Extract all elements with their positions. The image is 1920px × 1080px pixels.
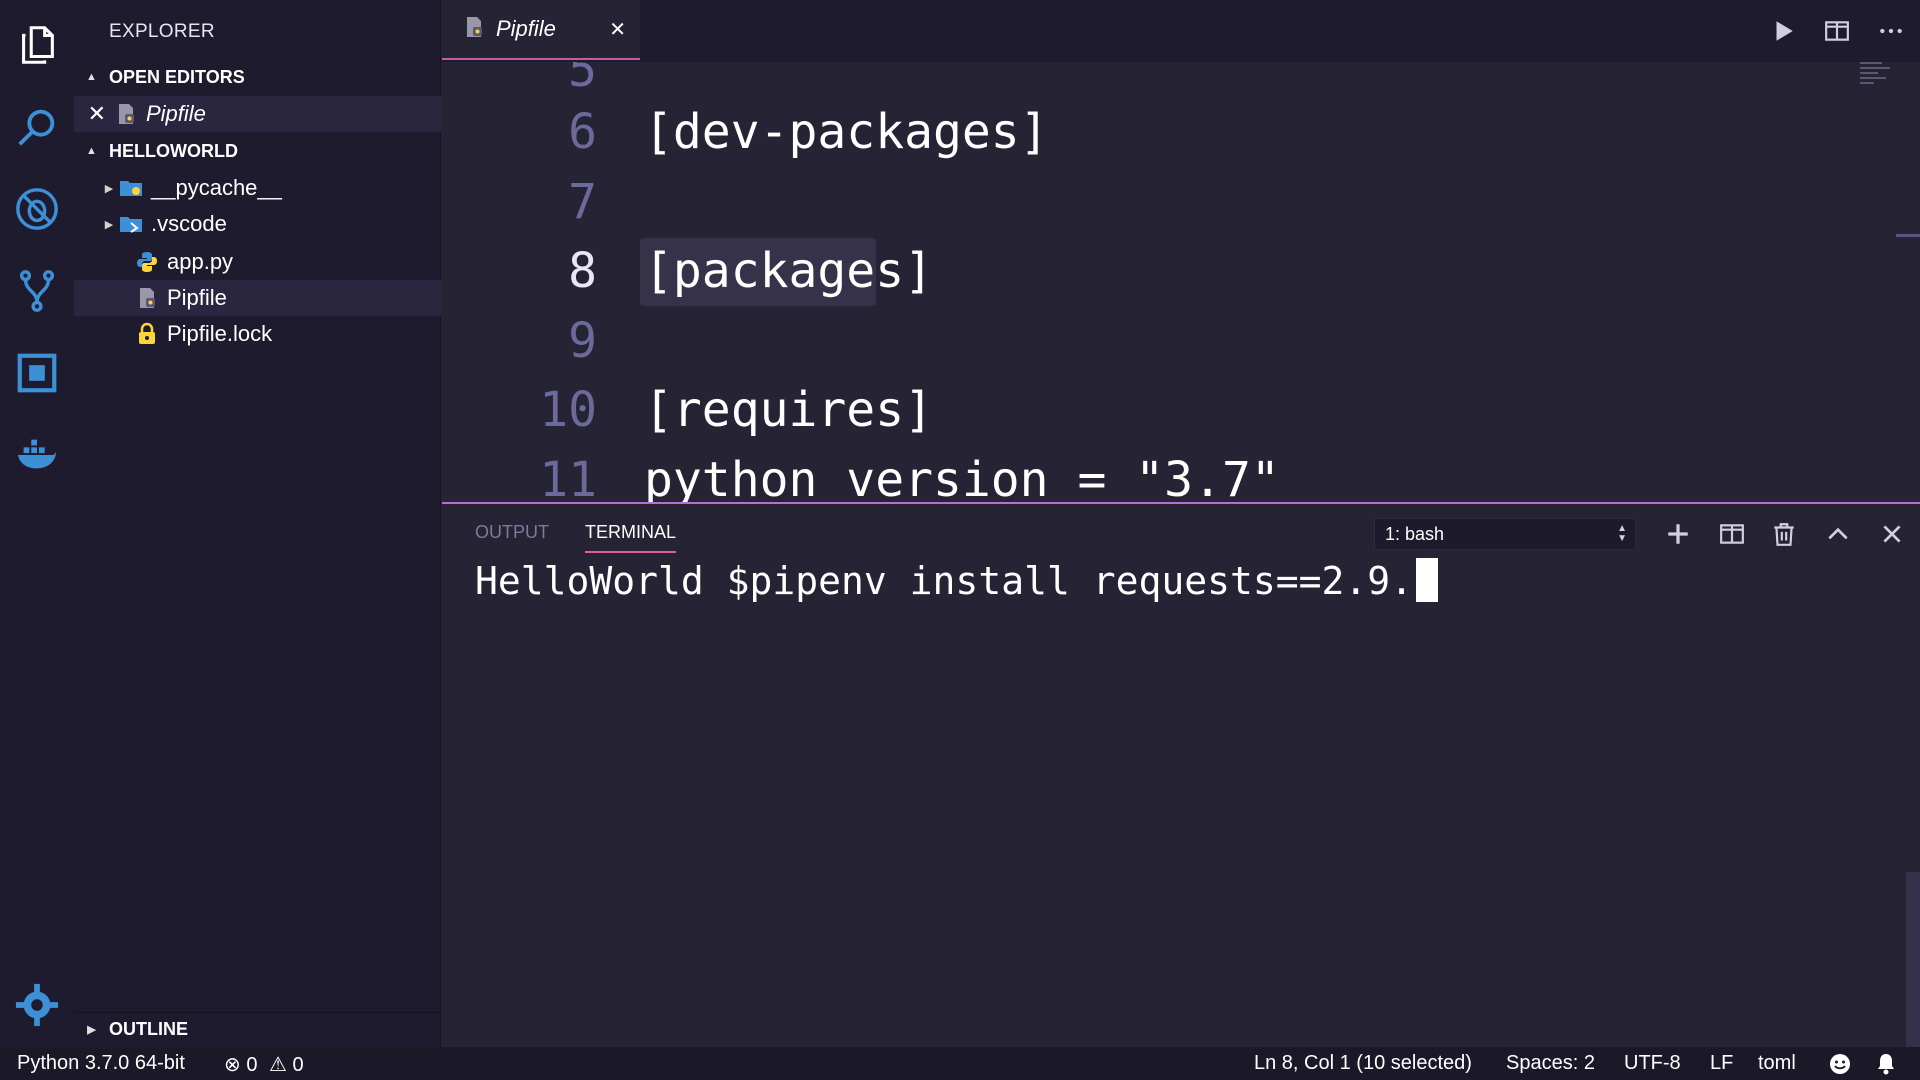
- feedback-smiley-icon[interactable]: [1828, 1052, 1852, 1080]
- close-panel-icon[interactable]: [1874, 516, 1910, 552]
- code-line: [dev-packages]: [644, 104, 1049, 160]
- close-icon[interactable]: ✕: [74, 101, 106, 127]
- gear-icon[interactable]: [0, 968, 74, 1042]
- code-editor[interactable]: 5 6 [dev-packages] 7 8 [packages] 9 10 […: [442, 62, 1920, 502]
- end-of-line[interactable]: LF: [1710, 1052, 1733, 1075]
- status-bar: Python 3.7.0 64-bit ⊗ 0 ⚠ 0 Ln 8, Col 1 …: [0, 1047, 1920, 1080]
- collapse-triangle-icon: ▲: [86, 145, 97, 157]
- open-editors-header[interactable]: ▲ OPEN EDITORS: [74, 60, 441, 94]
- terminal-scrollbar[interactable]: [1906, 872, 1920, 1049]
- new-terminal-icon[interactable]: [1660, 516, 1696, 552]
- editor-tab-bar: Pipfile ✕: [442, 0, 1920, 62]
- terminal-command: HelloWorld $pipenv install requests==2.9…: [475, 559, 1413, 603]
- explorer-icon[interactable]: [0, 8, 74, 82]
- line-number: 6: [568, 104, 597, 160]
- maximize-panel-icon[interactable]: [1820, 516, 1856, 552]
- tree-item-pycache[interactable]: ▶ __pycache__: [74, 170, 441, 206]
- indentation[interactable]: Spaces: 2: [1506, 1052, 1595, 1075]
- bottom-panel: OUTPUT TERMINAL 1: bash ▲ ▼ HelloWorld $p…: [442, 502, 1920, 1049]
- lock-icon: [133, 321, 161, 347]
- tree-item-label: Pipfile.lock: [167, 321, 273, 346]
- open-editor-item-pipfile[interactable]: ✕ Pipfile: [74, 96, 441, 132]
- warning-icon: ⚠: [269, 1054, 287, 1076]
- workspace-header[interactable]: ▲ HELLOWORLD: [74, 134, 441, 168]
- extensions-icon[interactable]: [0, 336, 74, 410]
- open-editors-label: OPEN EDITORS: [109, 66, 245, 87]
- tree-item-vscode[interactable]: ▶ .vscode: [74, 206, 441, 242]
- line-number: 11: [539, 452, 597, 502]
- more-actions-icon[interactable]: [1874, 14, 1908, 48]
- close-icon[interactable]: ✕: [609, 17, 626, 42]
- tree-item-app-py[interactable]: app.py: [74, 244, 441, 280]
- chevron-right-icon: ▶: [87, 1024, 96, 1036]
- cursor-position[interactable]: Ln 8, Col 1 (10 selected): [1254, 1052, 1472, 1075]
- tree-item-pipfile[interactable]: Pipfile: [74, 280, 441, 316]
- chevron-right-icon: ▶: [104, 182, 114, 195]
- code-line: [packages]: [644, 243, 933, 299]
- collapse-triangle-icon: ▲: [86, 71, 97, 83]
- split-terminal-icon[interactable]: [1714, 516, 1750, 552]
- tab-output[interactable]: OUTPUT: [475, 522, 549, 543]
- tree-item-label: __pycache__: [151, 175, 282, 200]
- activity-bar: [0, 0, 74, 1047]
- terminal-output[interactable]: HelloWorld $pipenv install requests==2.9…: [475, 558, 1438, 603]
- chevron-right-icon: ▶: [104, 218, 114, 231]
- editor-scrollbar[interactable]: [1896, 234, 1920, 237]
- code-line: [requires]: [644, 382, 933, 438]
- run-icon[interactable]: [1766, 14, 1800, 48]
- pipfile-icon: [133, 285, 161, 311]
- select-arrows-icon: ▲ ▼: [1617, 523, 1627, 544]
- sidebar-title: EXPLORER: [109, 21, 215, 42]
- warning-count: 0: [292, 1054, 304, 1076]
- outline-label: OUTLINE: [109, 1019, 188, 1039]
- tree-item-label: Pipfile: [167, 285, 227, 310]
- terminal-cursor: [1416, 558, 1438, 602]
- open-editor-label: Pipfile: [146, 101, 206, 126]
- tree-item-pipfile-lock[interactable]: Pipfile.lock: [74, 316, 441, 352]
- explorer-sidebar: EXPLORER ▲ OPEN EDITORS ✕ Pipfile ▲ HELL…: [74, 0, 441, 1047]
- bell-icon[interactable]: [1874, 1052, 1898, 1080]
- line-number: 5: [568, 62, 597, 98]
- problems-indicator[interactable]: ⊗ 0 ⚠ 0: [224, 1052, 304, 1077]
- minimap[interactable]: [1860, 62, 1896, 86]
- pipfile-icon: [112, 101, 140, 127]
- line-number: 9: [568, 313, 597, 369]
- line-number: 10: [539, 382, 597, 438]
- tree-item-label: .vscode: [151, 211, 227, 236]
- python-interpreter[interactable]: Python 3.7.0 64-bit: [17, 1052, 185, 1075]
- docker-icon[interactable]: [0, 418, 74, 492]
- split-editor-icon[interactable]: [1820, 14, 1854, 48]
- line-number: 8: [568, 243, 597, 299]
- source-control-icon[interactable]: [0, 254, 74, 328]
- trash-icon[interactable]: [1766, 516, 1802, 552]
- python-folder-icon: [117, 175, 145, 201]
- error-count: 0: [246, 1054, 258, 1076]
- vscode-folder-icon: [117, 211, 145, 237]
- code-line: python_version = "3.7": [644, 452, 1280, 502]
- debug-icon[interactable]: [0, 172, 74, 246]
- tab-pipfile[interactable]: Pipfile ✕: [442, 0, 640, 60]
- encoding[interactable]: UTF-8: [1624, 1052, 1681, 1075]
- error-icon: ⊗: [224, 1054, 241, 1076]
- search-icon[interactable]: [0, 90, 74, 164]
- outline-header[interactable]: ▶ OUTLINE: [74, 1012, 441, 1046]
- python-file-icon: [133, 249, 161, 275]
- tab-label: Pipfile: [496, 16, 556, 41]
- tab-terminal[interactable]: TERMINAL: [585, 522, 677, 553]
- workspace-label: HELLOWORLD: [109, 140, 238, 161]
- tree-item-label: app.py: [167, 249, 234, 274]
- pipfile-icon: [462, 15, 486, 44]
- terminal-select[interactable]: 1: bash ▲ ▼: [1374, 518, 1636, 550]
- language-mode[interactable]: toml: [1758, 1052, 1796, 1075]
- line-number: 7: [568, 174, 597, 230]
- terminal-select-value: 1: bash: [1385, 523, 1445, 544]
